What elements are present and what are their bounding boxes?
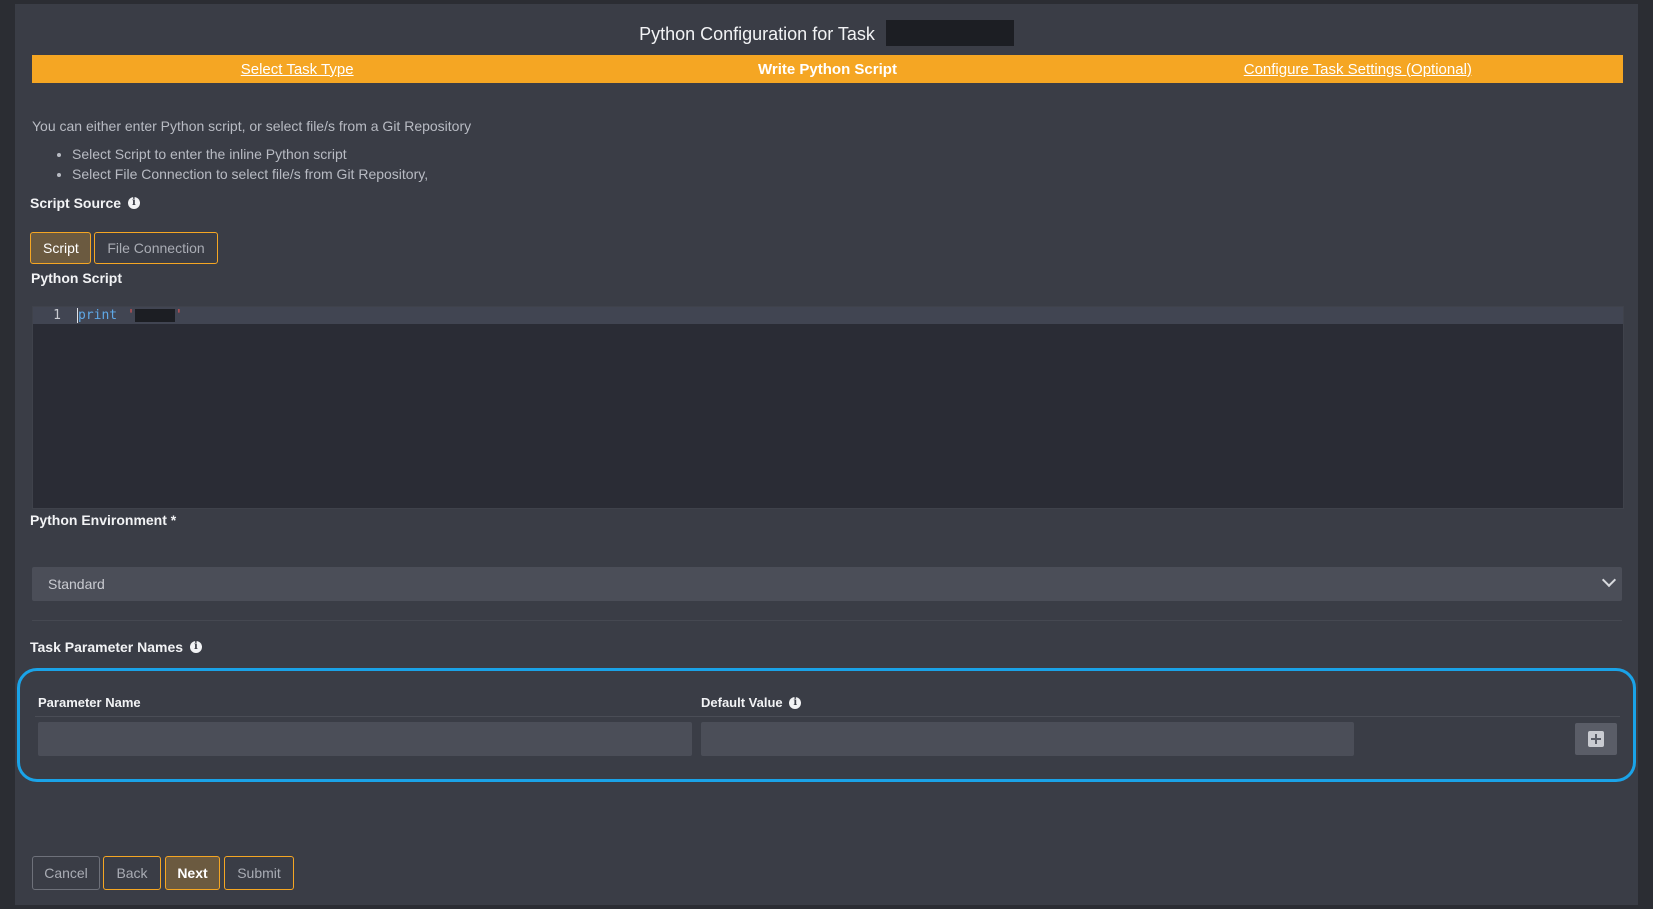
script-source-file-connection-button[interactable]: File Connection bbox=[94, 232, 218, 264]
parameter-name-input[interactable] bbox=[38, 722, 692, 756]
editor-line[interactable]: 1 print ' ' bbox=[33, 307, 1623, 324]
intro-bullet-script: Select Script to enter the inline Python… bbox=[72, 144, 471, 164]
code-string-quote: ' bbox=[127, 308, 135, 323]
python-environment-label: Python Environment * bbox=[30, 512, 177, 528]
python-config-panel: Python Configuration for Task Select Tas… bbox=[15, 4, 1638, 905]
intro-bullet-file-connection: Select File Connection to select file/s … bbox=[72, 164, 471, 184]
wizard-steps: Select Task Type Write Python Script Con… bbox=[32, 55, 1623, 83]
next-button[interactable]: Next bbox=[165, 856, 220, 890]
code-keyword: print bbox=[77, 308, 118, 323]
task-parameters-table: Parameter Name Default Value i bbox=[17, 668, 1636, 782]
script-source-label-text: Script Source bbox=[30, 195, 122, 211]
chevron-down-icon bbox=[1601, 572, 1617, 588]
add-parameter-button[interactable] bbox=[1575, 723, 1617, 755]
back-button[interactable]: Back bbox=[103, 856, 161, 890]
python-environment-select[interactable]: Standard bbox=[32, 567, 1622, 601]
info-icon[interactable]: i bbox=[789, 696, 802, 709]
page-title: Python Configuration for Task bbox=[15, 20, 1638, 47]
cancel-button[interactable]: Cancel bbox=[32, 856, 100, 890]
python-environment-value: Standard bbox=[48, 576, 105, 592]
redacted-task-name bbox=[885, 20, 1014, 47]
info-icon[interactable]: i bbox=[127, 197, 140, 210]
default-value-input[interactable] bbox=[701, 722, 1354, 756]
task-parameter-names-text: Task Parameter Names bbox=[30, 639, 184, 655]
wizard-step-configure-task-settings[interactable]: Configure Task Settings (Optional) bbox=[1093, 61, 1623, 78]
info-icon[interactable]: i bbox=[189, 641, 202, 654]
intro-text: You can either enter Python script, or s… bbox=[32, 118, 471, 184]
script-source-script-button[interactable]: Script bbox=[30, 232, 91, 264]
line-number: 1 bbox=[53, 308, 61, 323]
script-source-label: Script Source i bbox=[30, 195, 140, 211]
intro-bullets: Select Script to enter the inline Python… bbox=[32, 144, 471, 184]
wizard-step-select-task-type[interactable]: Select Task Type bbox=[32, 61, 562, 78]
plus-square-icon bbox=[1588, 731, 1604, 747]
submit-button[interactable]: Submit bbox=[224, 856, 294, 890]
intro-description: You can either enter Python script, or s… bbox=[32, 118, 472, 134]
wizard-step-write-python-script: Write Python Script bbox=[758, 60, 897, 78]
code-string-quote: ' bbox=[174, 308, 183, 323]
default-value-header: Default Value i bbox=[701, 695, 802, 710]
task-parameter-names-label: Task Parameter Names i bbox=[30, 639, 202, 655]
python-script-label: Python Script bbox=[31, 270, 123, 286]
section-divider bbox=[32, 620, 1622, 621]
table-header-divider bbox=[35, 716, 1620, 717]
parameter-name-header: Parameter Name bbox=[38, 695, 141, 710]
default-value-header-text: Default Value bbox=[701, 695, 783, 710]
redacted-code bbox=[134, 309, 175, 322]
page-title-text: Python Configuration for Task bbox=[639, 24, 875, 44]
python-script-editor[interactable]: 1 print ' ' bbox=[32, 306, 1624, 509]
